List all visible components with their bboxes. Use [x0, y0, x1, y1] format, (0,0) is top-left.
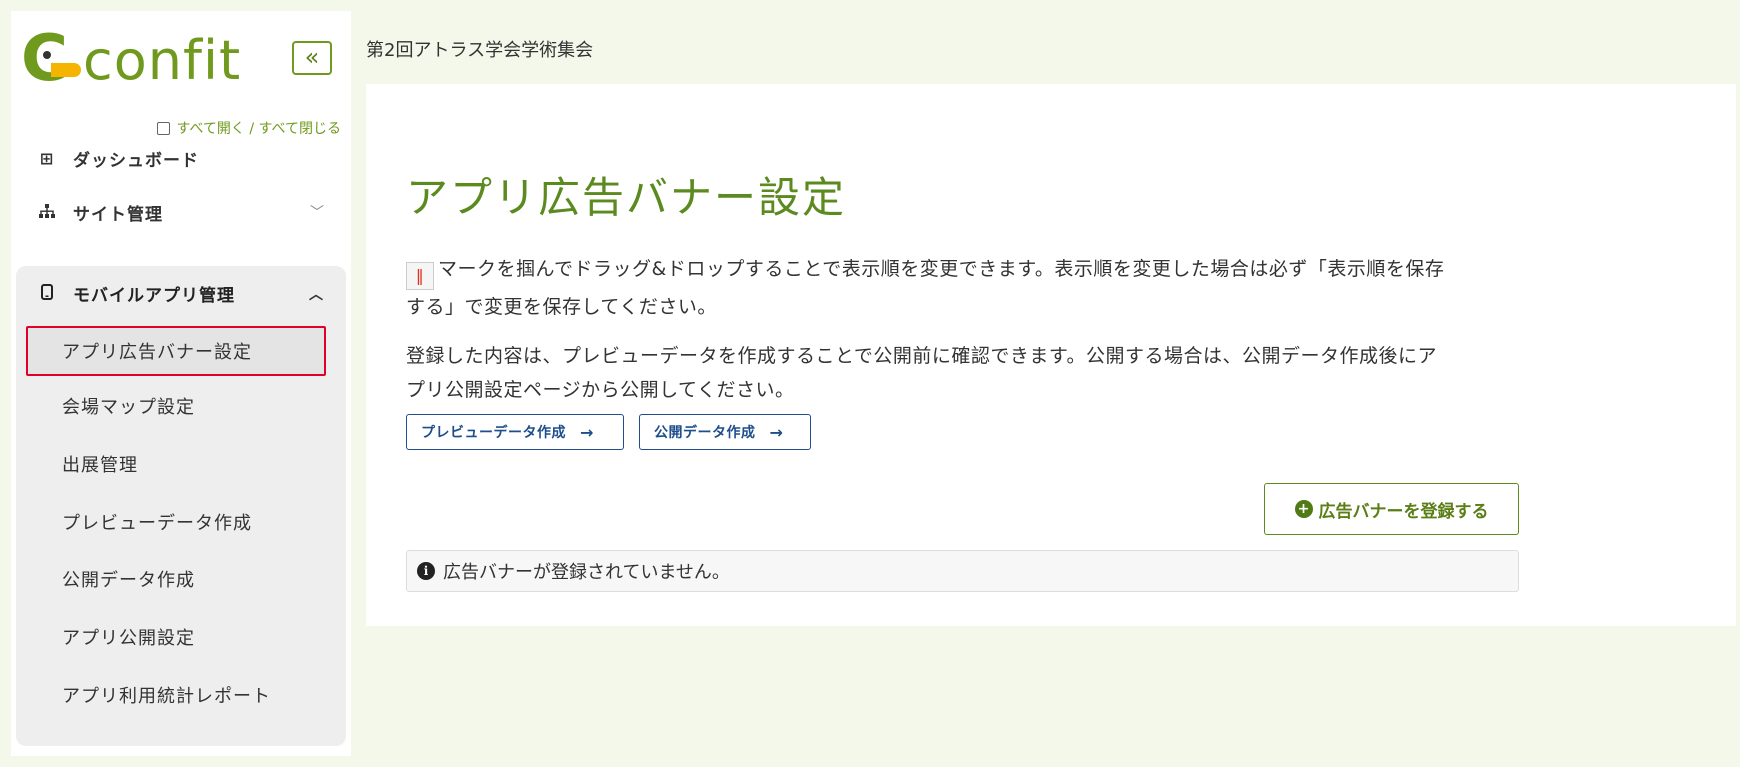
chevron-up-icon: ︿ — [309, 286, 324, 303]
sidebar-subitem-label: プレビューデータ作成 — [62, 513, 252, 534]
chevron-down-icon: ﹀ — [310, 205, 325, 221]
empty-state-notice: i 広告バナーが登録されていません。 — [406, 550, 1519, 592]
create-preview-data-button[interactable]: プレビューデータ作成 → — [406, 414, 624, 450]
sidebar-subitem-preview-data[interactable]: プレビューデータ作成 — [26, 497, 326, 547]
instruction-preview-publish: 登録した内容は、プレビューデータを作成することで公開前に確認できます。公開する場… — [406, 339, 1526, 407]
instruction-drag-drop-line1: マークを掴んでドラッグ&ドロップすることで表示順を変更できます。表示順を変更した… — [438, 258, 1445, 280]
mobile-icon — [37, 283, 57, 304]
sidebar-subitem-venue-map[interactable]: 会場マップ設定 — [26, 381, 326, 431]
button-label: 公開データ作成 — [654, 425, 756, 441]
sidebar-item-site-management[interactable]: サイト管理 ﹀ — [11, 187, 351, 237]
logo-c-mark: C — [21, 22, 68, 96]
instruction-drag-drop-line2: する」で変更を保存してください。 — [406, 296, 717, 318]
sidebar-subitem-label: アプリ公開設定 — [62, 628, 195, 649]
logo-text: confit — [83, 29, 242, 92]
plus-circle-icon: + — [1294, 500, 1313, 518]
sidebar-subitem-label: 公開データ作成 — [62, 570, 195, 591]
sidebar-subitem-ad-banner[interactable]: アプリ広告バナー設定 — [26, 326, 326, 376]
instruction-drag-drop: ‖ マークを掴んでドラッグ&ドロップすることで表示順を変更できます。表示順を変更し… — [406, 252, 1526, 324]
sidebar-group-mobile-app: モバイルアプリ管理 ︿ アプリ広告バナー設定 会場マップ設定 出展管理 プレビュ… — [16, 266, 346, 746]
arrow-right-icon: → — [580, 422, 594, 442]
sidebar-subitem-usage-report[interactable]: アプリ利用統計レポート — [26, 670, 326, 720]
sidebar-subitem-label: アプリ利用統計レポート — [62, 686, 271, 707]
drag-handle-icon: ‖ — [406, 262, 434, 290]
sidebar-item-mobile-app-management[interactable]: モバイルアプリ管理 ︿ — [16, 266, 346, 321]
instruction-preview-line1: 登録した内容は、プレビューデータを作成することで公開前に確認できます。公開する場… — [406, 345, 1438, 367]
sidebar-item-label: ダッシュボード — [73, 150, 199, 171]
sidebar-subitem-app-publish-settings[interactable]: アプリ公開設定 — [26, 612, 326, 662]
table-icon: ⊞ — [39, 148, 55, 168]
sidebar-subitem-label: 会場マップ設定 — [62, 397, 195, 418]
collapse-sidebar-button[interactable]: « — [292, 41, 332, 75]
instruction-preview-line2: プリ公開設定ページから公開してください。 — [406, 379, 795, 401]
button-label: プレビューデータ作成 — [421, 425, 566, 441]
sidebar-subitem-label: アプリ広告バナー設定 — [62, 342, 252, 363]
confit-logo[interactable]: C confit — [21, 21, 251, 101]
sidebar: C confit « すべて開く / すべて閉じる ⊞ ダッシュボード サイト管… — [11, 11, 351, 756]
sidebar-subitem-exhibit[interactable]: 出展管理 — [26, 439, 326, 489]
notice-text: 広告バナーが登録されていません。 — [443, 562, 730, 583]
page-title: アプリ広告バナー設定 — [406, 173, 847, 222]
logo-beak — [51, 63, 81, 77]
logo-eye — [43, 51, 51, 59]
sidebar-item-label: サイト管理 — [73, 204, 163, 225]
sidebar-subitem-publish-data[interactable]: 公開データ作成 — [26, 554, 326, 604]
register-ad-banner-button[interactable]: + 広告バナーを登録する — [1264, 483, 1519, 535]
info-circle-icon: i — [417, 562, 435, 580]
sidebar-subitem-label: 出展管理 — [62, 455, 138, 476]
button-label: 広告バナーを登録する — [1318, 501, 1489, 522]
create-publish-data-button[interactable]: 公開データ作成 → — [639, 414, 811, 450]
conference-title: 第2回アトラス学会学術集会 — [366, 40, 594, 61]
sidebar-item-dashboard[interactable]: ⊞ ダッシュボード — [11, 133, 351, 183]
sitemap-icon — [37, 203, 57, 222]
sidebar-group-label: モバイルアプリ管理 — [73, 286, 235, 306]
arrow-right-icon: → — [769, 422, 784, 442]
main-content-card: アプリ広告バナー設定 ‖ マークを掴んでドラッグ&ドロップすることで表示順を変更で… — [366, 84, 1736, 626]
